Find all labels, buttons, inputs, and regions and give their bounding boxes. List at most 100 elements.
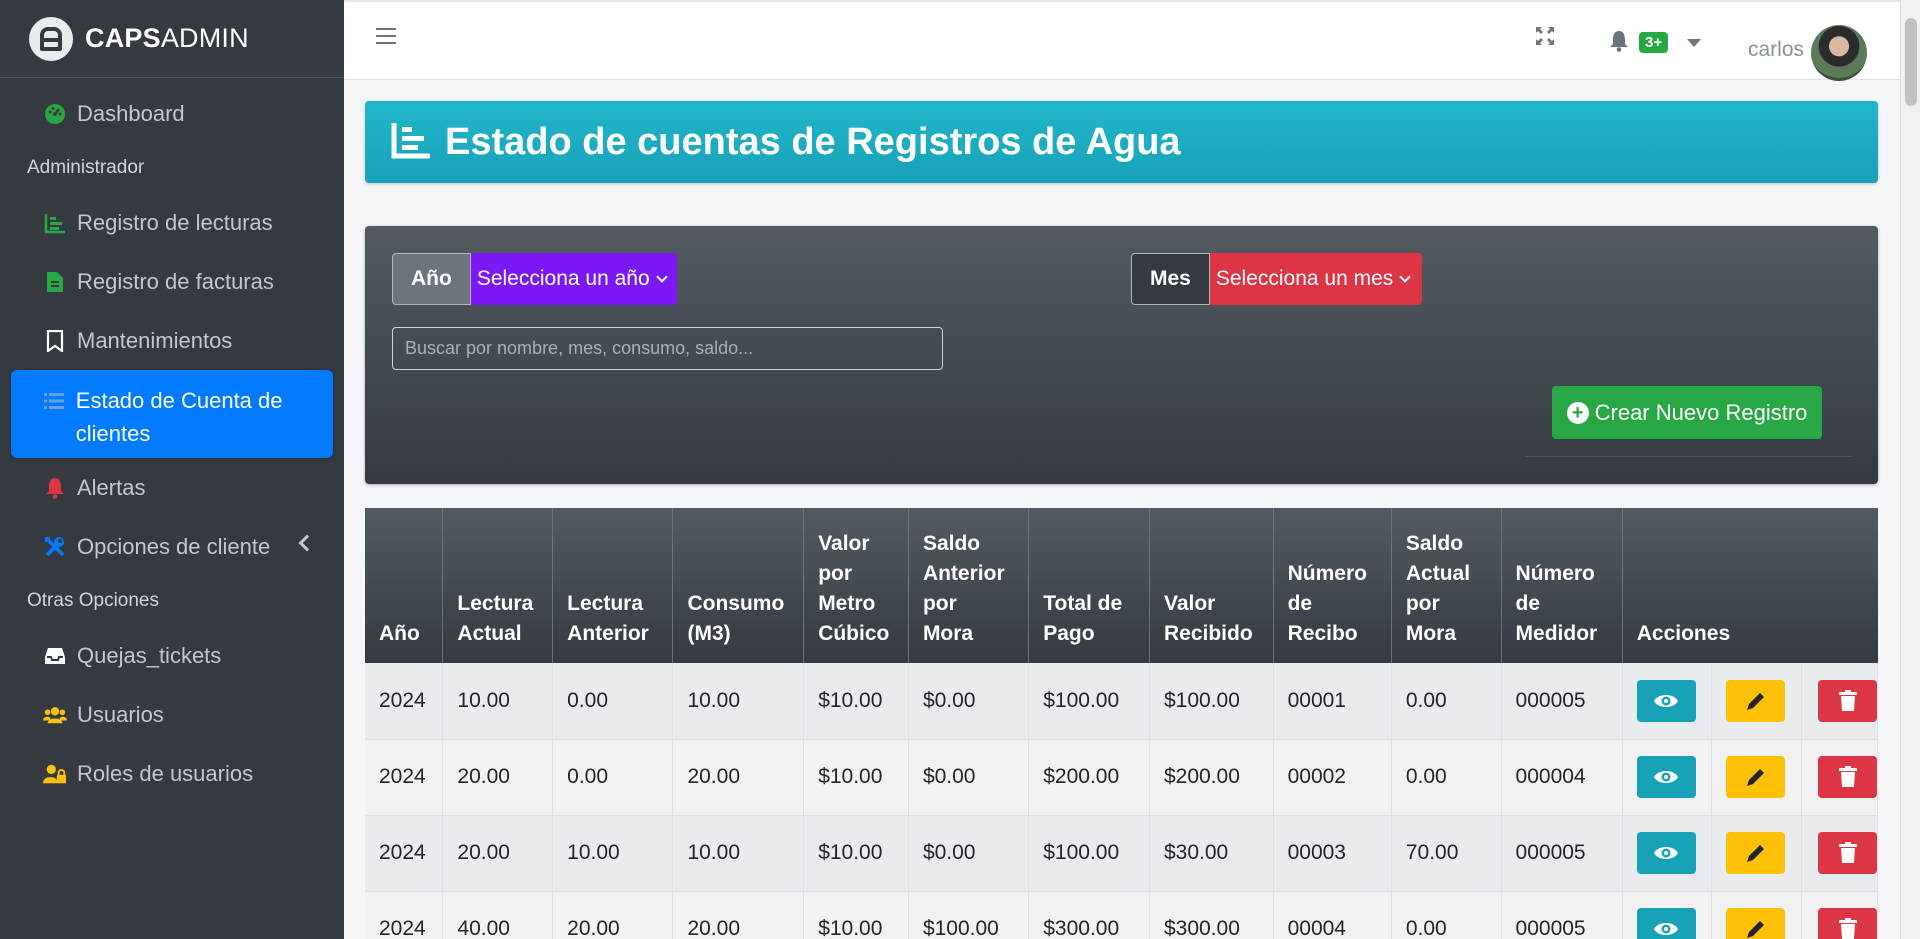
eye-icon bbox=[1653, 844, 1679, 862]
col-header[interactable]: Lectura Actual bbox=[442, 508, 554, 663]
delete-button[interactable] bbox=[1818, 832, 1877, 874]
table-cell: $300.00 bbox=[1149, 891, 1274, 939]
table-cell: 000005 bbox=[1501, 891, 1623, 939]
col-header[interactable]: Saldo Actual por Mora bbox=[1391, 508, 1502, 663]
trash-icon bbox=[1838, 842, 1858, 864]
table-cell: 000005 bbox=[1501, 663, 1623, 740]
view-button[interactable] bbox=[1636, 908, 1696, 939]
caret-down-icon[interactable] bbox=[1687, 39, 1701, 47]
table-cell: $30.00 bbox=[1149, 815, 1274, 892]
col-header[interactable]: Número de Recibo bbox=[1273, 508, 1392, 663]
sidebar-item-opciones-cliente[interactable]: Opciones de cliente bbox=[11, 517, 333, 576]
user-name[interactable]: carlos bbox=[1748, 38, 1804, 62]
action-cell bbox=[1711, 815, 1802, 892]
col-header[interactable]: Valor por Metro Cúbico bbox=[803, 508, 909, 663]
col-header[interactable]: Saldo Anterior por Mora bbox=[908, 508, 1030, 663]
dashboard-icon bbox=[43, 102, 67, 126]
user-lock-icon bbox=[43, 762, 67, 786]
table-row: 2024 40.00 20.00 20.00 $10.00 $100.00 $300.00 $… bbox=[365, 891, 1878, 939]
col-header[interactable]: Consumo (M3) bbox=[672, 508, 805, 663]
sidebar-item-registro-lecturas[interactable]: Registro de lecturas bbox=[11, 193, 333, 252]
menu-toggle-icon[interactable] bbox=[376, 28, 396, 44]
sidebar-item-label: Quejas_tickets bbox=[77, 642, 222, 668]
sidebar-item-alertas[interactable]: Alertas bbox=[11, 458, 333, 517]
avatar[interactable] bbox=[1811, 25, 1867, 81]
action-cell bbox=[1622, 815, 1713, 892]
sidebar-item-roles[interactable]: Roles de usuarios bbox=[11, 744, 333, 803]
page-scrollbar[interactable] bbox=[1900, 0, 1920, 939]
table-cell: $200.00 bbox=[1028, 739, 1150, 816]
year-select-value: Selecciona un año bbox=[476, 267, 650, 290]
chevron-left-icon[interactable] bbox=[298, 534, 316, 552]
month-select[interactable]: Selecciona un mes bbox=[1209, 253, 1422, 305]
file-icon bbox=[43, 270, 67, 294]
nav-header-otras: Otras Opciones bbox=[27, 590, 159, 611]
sidebar-item-label: Roles de usuarios bbox=[77, 760, 254, 786]
eye-icon bbox=[1653, 768, 1679, 786]
table-cell: $200.00 bbox=[1149, 739, 1274, 816]
sidebar-item-quejas[interactable]: Quejas_tickets bbox=[11, 626, 333, 685]
view-button[interactable] bbox=[1636, 832, 1696, 874]
fullscreen-icon[interactable] bbox=[1535, 26, 1555, 46]
table-cell: $100.00 bbox=[908, 891, 1030, 939]
sidebar-item-label: Registro de lecturas bbox=[77, 209, 273, 235]
table-cell: $10.00 bbox=[803, 891, 909, 939]
brand-logo-icon bbox=[29, 16, 73, 61]
edit-button[interactable] bbox=[1726, 908, 1786, 939]
table-cell: $0.00 bbox=[908, 739, 1030, 816]
table-cell: 000005 bbox=[1501, 815, 1623, 892]
table-cell: $100.00 bbox=[1028, 663, 1150, 740]
col-header[interactable]: Número de Medidor bbox=[1501, 508, 1623, 663]
records-table-wrapper: Año Lectura Actual Lectura Anterior Cons… bbox=[365, 508, 1878, 939]
edit-button[interactable] bbox=[1726, 756, 1786, 798]
sidebar-item-usuarios[interactable]: Usuarios bbox=[11, 685, 333, 744]
table-cell: 00003 bbox=[1273, 815, 1392, 892]
delete-button[interactable] bbox=[1818, 679, 1877, 722]
sidebar-nav: Dashboard Administrador Registro de lect… bbox=[0, 78, 344, 803]
month-label: Mes bbox=[1131, 253, 1210, 305]
table-cell: 0.00 bbox=[1391, 739, 1502, 816]
table-cell: 0.00 bbox=[1391, 891, 1502, 939]
year-select[interactable]: Selecciona un año bbox=[470, 253, 677, 305]
notifications-bell-icon[interactable] bbox=[1609, 30, 1629, 56]
edit-button[interactable] bbox=[1726, 679, 1786, 722]
brand[interactable]: CAPSADMIN bbox=[0, 0, 344, 78]
col-header[interactable]: Total de Pago bbox=[1028, 508, 1150, 663]
sidebar-item-label: Estado de Cuenta de clientes bbox=[75, 388, 283, 446]
table-cell: 00001 bbox=[1273, 663, 1392, 740]
sidebar-item-label: Mantenimientos bbox=[77, 327, 233, 353]
delete-button[interactable] bbox=[1818, 756, 1877, 798]
table-cell: 2024 bbox=[365, 739, 444, 816]
notification-badge: 3+ bbox=[1639, 32, 1669, 53]
table-cell: 00002 bbox=[1273, 739, 1392, 816]
plus-circle-icon: + bbox=[1566, 401, 1589, 424]
table-cell: 10.00 bbox=[552, 815, 674, 892]
tools-icon bbox=[43, 535, 67, 559]
sidebar-item-estado-cuenta[interactable]: Estado de Cuenta de clientes bbox=[11, 370, 333, 458]
table-cell: 40.00 bbox=[442, 891, 554, 939]
sidebar-item-dashboard[interactable]: Dashboard bbox=[11, 84, 333, 143]
view-button[interactable] bbox=[1636, 756, 1696, 798]
top-navbar: 3+ carlos bbox=[344, 0, 1900, 81]
table-row: 2024 10.00 0.00 10.00 $10.00 $0.00 $100.00 $100… bbox=[365, 663, 1878, 740]
table-cell: $100.00 bbox=[1028, 815, 1150, 892]
col-header[interactable]: Lectura Anterior bbox=[552, 508, 674, 663]
delete-button[interactable] bbox=[1818, 908, 1877, 939]
col-header[interactable]: Acciones bbox=[1622, 508, 1878, 663]
col-header[interactable]: Valor Recibido bbox=[1149, 508, 1274, 663]
sidebar-item-registro-facturas[interactable]: Registro de facturas bbox=[11, 252, 333, 311]
sidebar-item-mantenimientos[interactable]: Mantenimientos bbox=[11, 311, 333, 370]
create-record-button[interactable]: + Crear Nuevo Registro bbox=[1552, 386, 1822, 439]
inbox-icon bbox=[43, 644, 67, 668]
month-filter: Mes Selecciona un mes bbox=[1131, 253, 1422, 305]
action-cell bbox=[1801, 891, 1878, 939]
view-button[interactable] bbox=[1636, 679, 1696, 722]
filter-card: Año Selecciona un año Mes Selecciona un … bbox=[365, 226, 1878, 484]
scrollbar-thumb[interactable] bbox=[1905, 18, 1917, 106]
col-header[interactable]: Año bbox=[365, 508, 444, 663]
sidebar-item-label: Dashboard bbox=[77, 100, 185, 126]
sidebar-item-label: Registro de facturas bbox=[77, 268, 274, 294]
edit-button[interactable] bbox=[1726, 832, 1786, 874]
search-input[interactable] bbox=[392, 327, 943, 370]
trash-icon bbox=[1838, 689, 1858, 712]
